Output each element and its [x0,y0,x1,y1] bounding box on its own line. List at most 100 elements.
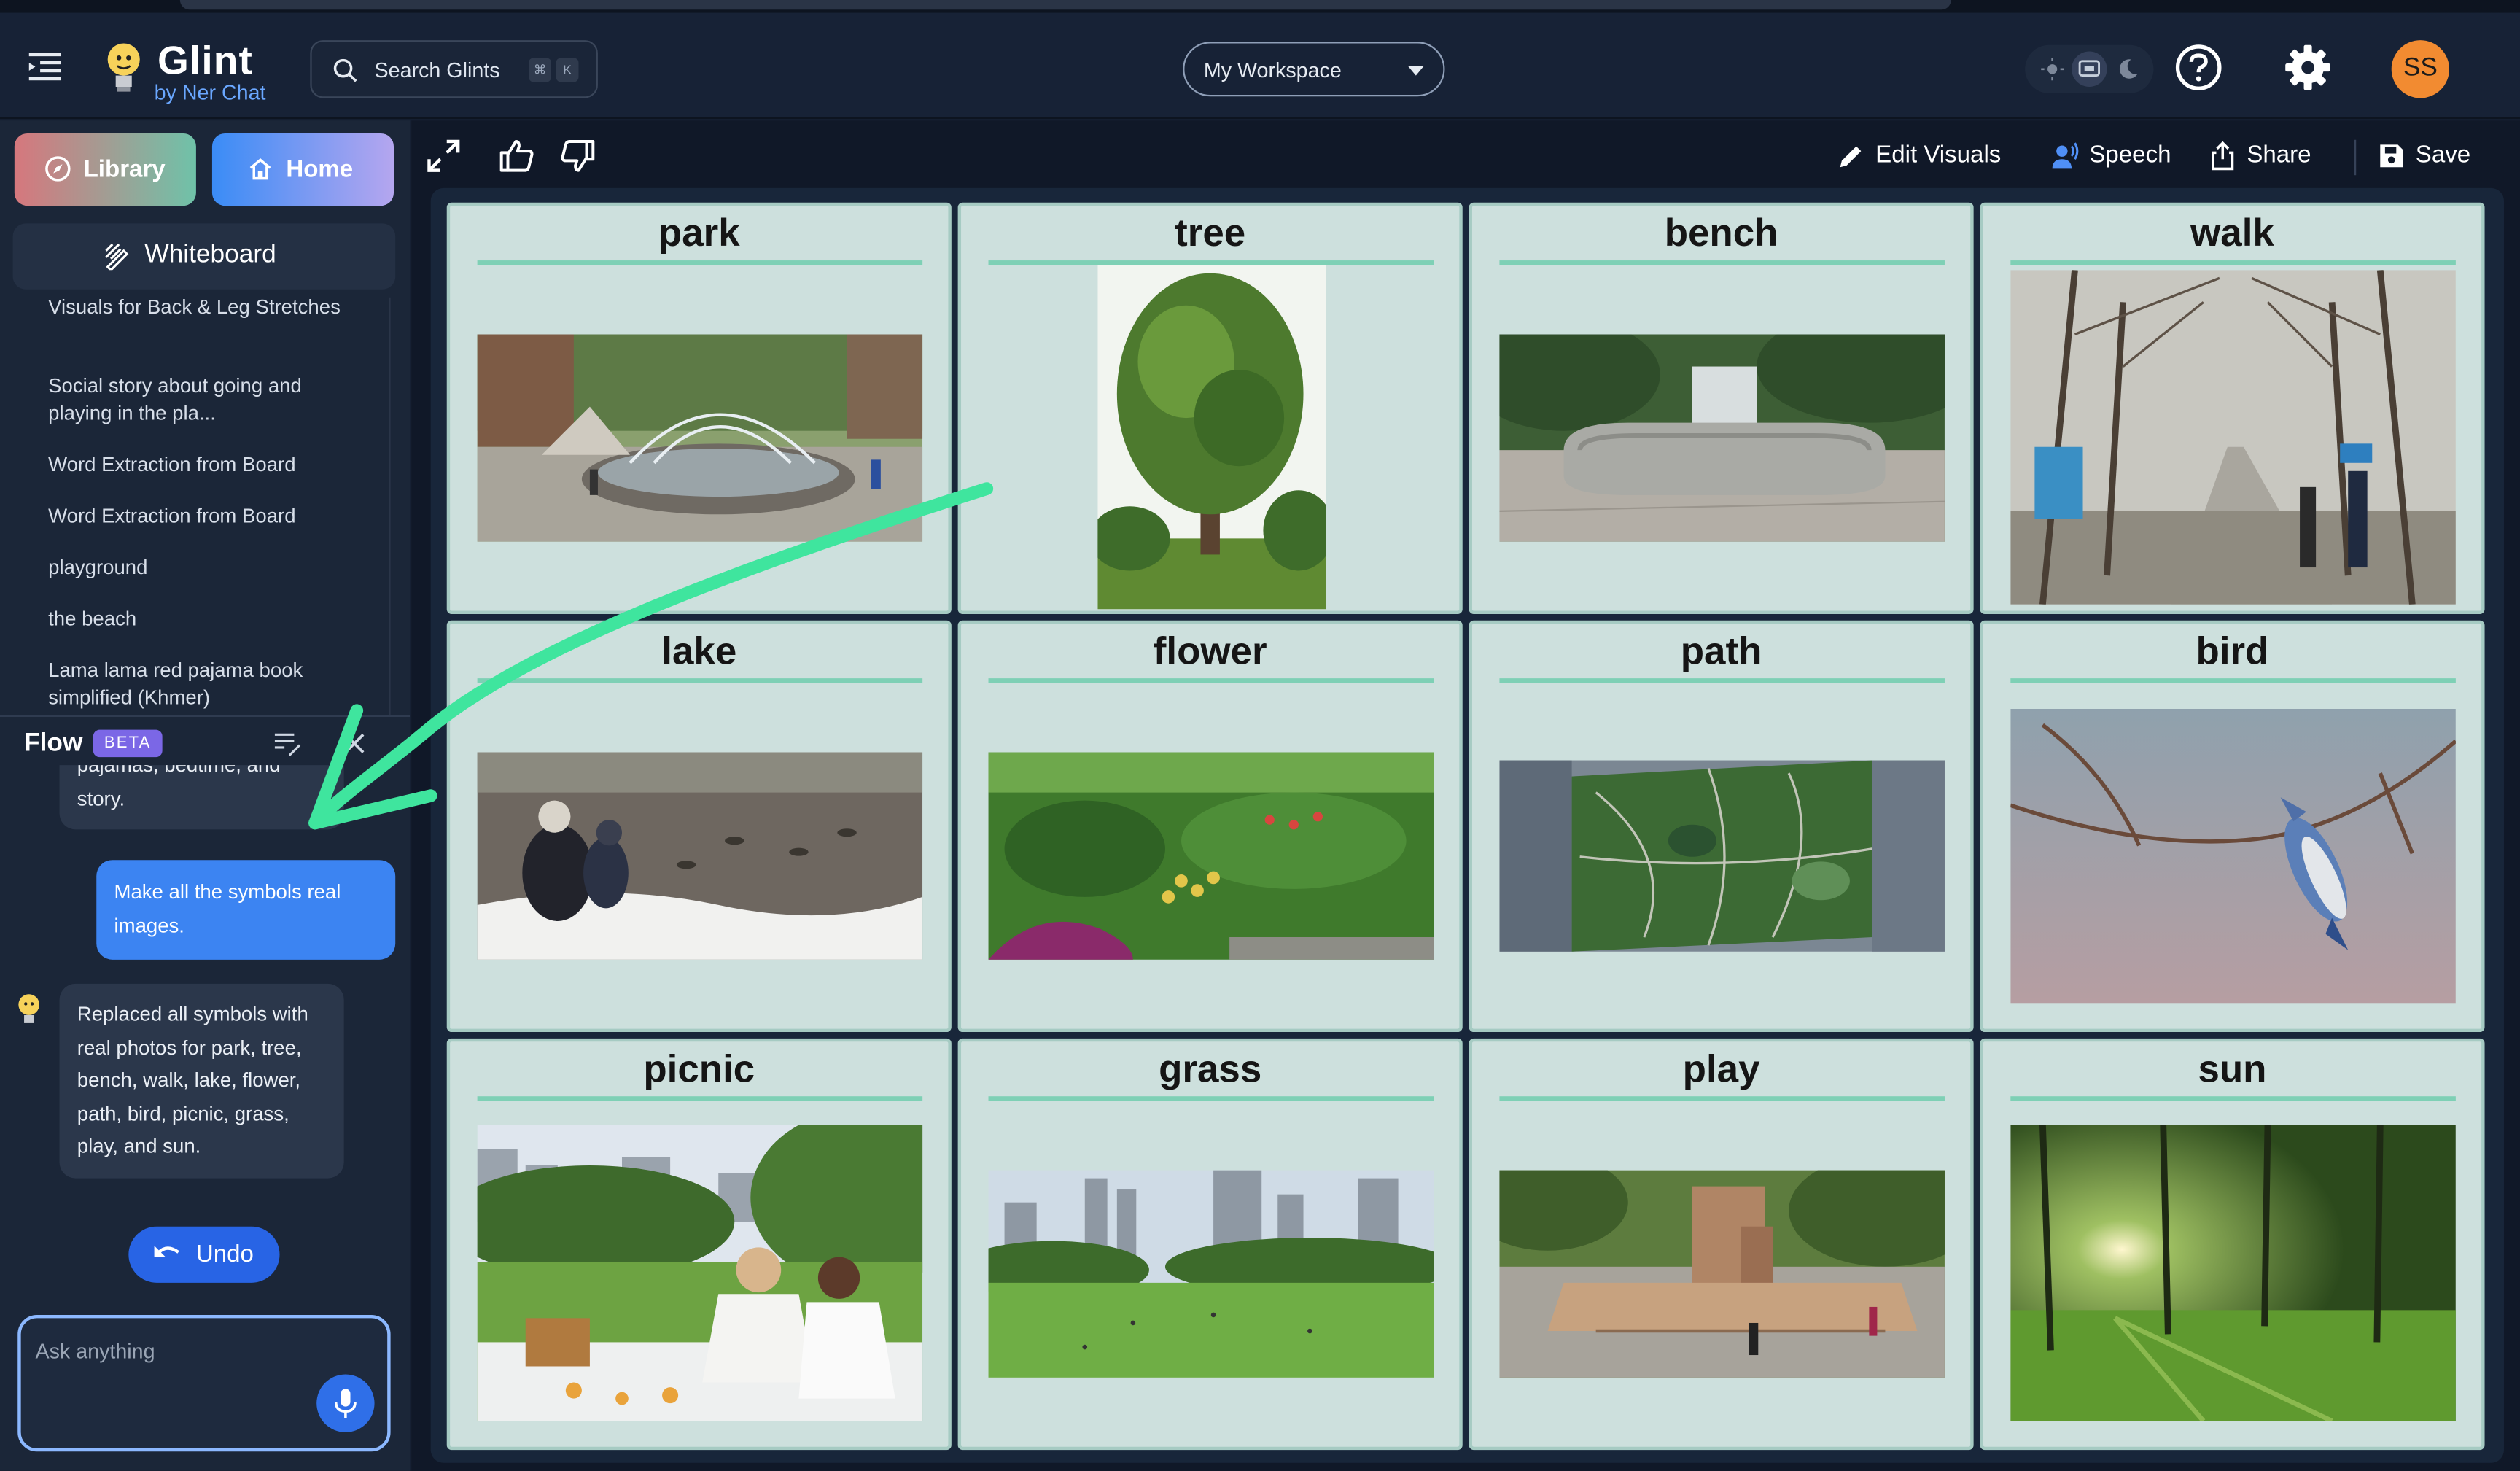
flow-messages: pajamas, bedtime, and story. Make all th… [0,765,410,1295]
history-item[interactable]: the beach [48,606,362,633]
chat-input[interactable] [35,1334,309,1367]
microphone-icon [334,1389,357,1418]
card-divider [477,1096,923,1101]
flower-garden-photo [988,752,1434,960]
blue-jay-on-branch-photo [2010,709,2456,1004]
lake-with-ducks-photo [477,752,923,960]
history-item[interactable]: playground [48,554,362,581]
share-button[interactable]: Share [2208,140,2336,175]
save-button[interactable]: Save [2377,140,2489,175]
whiteboard-label: Whiteboard [144,241,276,269]
avatar[interactable]: SS [2391,40,2450,98]
save-icon [2380,144,2403,168]
board-card-park[interactable]: park [446,202,952,614]
board-card-picnic[interactable]: picnic [446,1038,952,1451]
shortcut-cmd-key: ⌘ [529,58,552,82]
card-word: park [658,211,740,256]
thumbs-up-icon[interactable] [498,136,537,175]
board-card-bench[interactable]: bench [1469,202,1974,614]
search-button[interactable]: Search Glints ⌘ K [310,40,598,98]
theme-toggle[interactable] [2025,44,2154,93]
share-icon [2212,141,2234,171]
undo-icon [154,1246,179,1257]
board-card-play[interactable]: play [1469,1038,1974,1451]
microphone-button[interactable] [316,1374,375,1432]
history-item[interactable]: Word Extraction from Board [48,451,362,478]
new-chat-icon[interactable] [273,730,303,759]
card-word: bird [2196,630,2269,674]
beta-badge: BETA [93,729,163,758]
search-icon [333,58,357,82]
assistant-message: Replaced all symbols with real photos fo… [59,983,344,1178]
user-message: Make all the symbols real images. [96,860,396,960]
board-card-sun[interactable]: sun [1980,1038,2485,1451]
app-header: Glint by Ner Chat Search Glints ⌘ K My W… [0,12,2520,120]
card-word: path [1680,630,1762,674]
board-card-grass[interactable]: grass [957,1038,1463,1451]
card-divider [477,260,923,265]
board-card-flower[interactable]: flower [957,620,1463,1033]
sun-icon[interactable] [2034,52,2069,87]
history-item[interactable]: Lama lama red pajama book simplified (Kh… [48,657,362,712]
moon-icon[interactable] [2110,52,2145,87]
save-label: Save [2415,141,2471,169]
thumbs-down-icon[interactable] [558,136,596,175]
app-root: Glint by Ner Chat Search Glints ⌘ K My W… [0,0,2520,1471]
speaking-person-icon [2052,142,2079,169]
card-divider [2010,1096,2456,1101]
collapse-sidebar-icon[interactable] [28,52,64,84]
board-card-tree[interactable]: tree [957,202,1463,614]
card-divider [2010,260,2456,265]
card-word: tree [1175,211,1246,256]
sidebar-scrollbar[interactable] [389,297,391,715]
sunlit-trees-photo [2010,1125,2456,1421]
glint-logo[interactable]: Glint by Ner Chat [106,39,282,109]
gear-icon[interactable] [2284,44,2332,92]
card-divider [1499,260,1945,265]
app-byline: by Ner Chat [154,80,266,105]
symbol-board: park tree bench walk lake flower path bi… [430,187,2504,1463]
whiteboard-icon [105,243,129,271]
chat-composer [18,1314,391,1452]
board-card-bird[interactable]: bird [1980,620,2485,1033]
share-label: Share [2247,141,2311,169]
library-label: Library [83,155,166,184]
undo-button[interactable]: Undo [128,1226,280,1283]
pencil-icon [1840,146,1862,168]
expand-icon[interactable] [424,136,463,175]
search-label: Search Glints [374,58,500,82]
home-button[interactable]: Home [211,133,394,206]
chevron-down-icon [1407,66,1424,76]
playground-photo [1499,1170,1945,1378]
speech-label: Speech [2089,141,2171,169]
help-icon[interactable] [2174,44,2222,92]
card-word: play [1682,1048,1760,1092]
close-icon[interactable] [341,730,368,757]
card-divider [477,678,923,683]
history-item[interactable]: Visuals for Back & Leg Stretches [48,298,362,322]
library-button[interactable]: Library [14,133,196,206]
assistant-message: pajamas, bedtime, and story. [59,765,344,830]
workspace-select[interactable]: My Workspace [1183,42,1445,97]
board-card-path[interactable]: path [1469,620,1974,1033]
card-word: grass [1159,1048,1262,1092]
compass-icon [45,156,71,182]
whiteboard-button[interactable]: Whiteboard [12,223,396,290]
speech-button[interactable]: Speech [2050,140,2203,175]
edit-visuals-label: Edit Visuals [1875,141,2002,169]
home-label: Home [286,155,354,184]
board-card-walk[interactable]: walk [1980,202,2485,614]
park-fountain-photo [477,334,923,542]
history-item[interactable]: Social story about going and playing in … [48,373,362,427]
toolbar-divider [2354,139,2357,176]
system-theme-icon[interactable] [2072,51,2107,88]
undo-label: Undo [195,1241,254,1269]
edit-visuals-button[interactable]: Edit Visuals [1837,140,2029,175]
history-item[interactable]: Word Extraction from Board [48,503,362,530]
card-word: walk [2190,211,2274,256]
lightbulb-icon [18,994,40,1023]
flow-panel: Flow BETA pajamas, bedtime, and story. M… [0,715,411,1471]
card-word: flower [1153,630,1267,674]
flow-title: Flow [24,729,83,758]
board-card-lake[interactable]: lake [446,620,952,1033]
